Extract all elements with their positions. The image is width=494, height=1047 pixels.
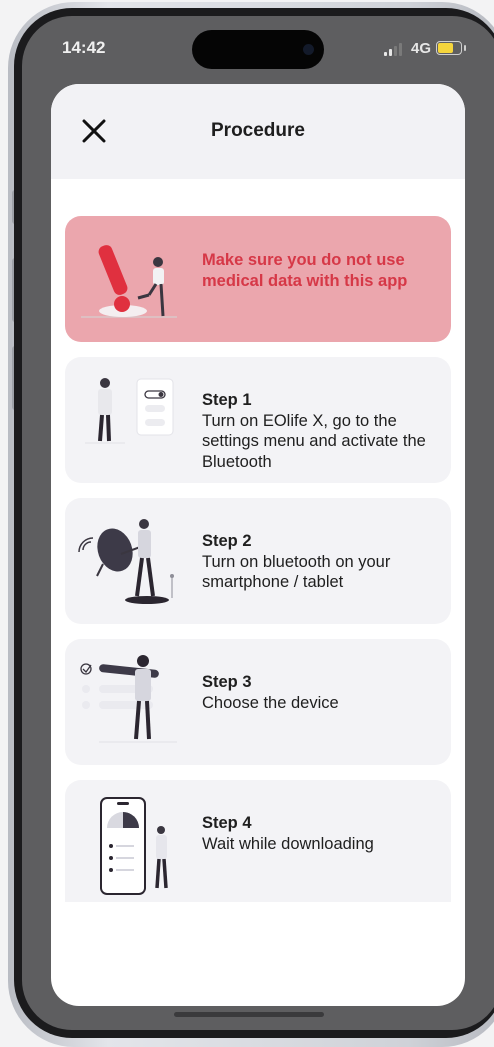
step-card-4[interactable]: Step 4 Wait while downloading [65,780,451,902]
step-title-3: Step 3 [202,673,252,691]
status-bar: 14:42 4G [22,16,494,76]
step-card-2[interactable]: Step 2 Turn on bluetooth on your smartph… [65,498,451,624]
procedure-sheet: Procedure Make sure you do not use medic… [51,84,465,1006]
checklist-illustration [80,655,177,743]
step-desc-3: Choose the device [202,693,339,712]
step-card-3[interactable]: Step 3 Choose the device [65,639,451,765]
step-text-2: Step 2 Turn on bluetooth on your smartph… [202,531,442,593]
home-indicator [174,1012,324,1017]
step-desc-4: Wait while downloading [202,834,374,853]
satellite-dish-illustration [78,519,174,604]
exclamation-illustration [81,245,177,318]
phone-download-illustration [100,797,168,895]
step-title-2: Step 2 [202,532,252,550]
battery-icon [436,41,466,55]
step-title-4: Step 4 [202,814,252,832]
dynamic-island [192,30,324,69]
network-type: 4G [411,40,432,57]
step-text-4: Step 4 Wait while downloading [202,813,442,854]
page-title: Procedure [211,120,305,141]
step-desc-1: Turn on EOlife X, go to the settings men… [202,411,426,471]
step-card-1[interactable]: Step 1 Turn on EOlife X, go to the setti… [65,357,451,483]
step-text-1: Step 1 Turn on EOlife X, go to the setti… [202,390,442,472]
status-time: 14:42 [62,38,106,57]
step-text-3: Step 3 Choose the device [202,672,442,713]
warning-card: Make sure you do not use medical data wi… [65,216,451,342]
warning-text: Make sure you do not use medical data wi… [202,251,408,290]
screen: 14:42 4G Procedure Make sure you do not … [22,16,494,1030]
step-desc-2: Turn on bluetooth on your smartphone / t… [202,552,391,592]
step-title-1: Step 1 [202,391,252,409]
sheet-header: Procedure [51,84,465,179]
settings-toggle-illustration [85,378,174,444]
